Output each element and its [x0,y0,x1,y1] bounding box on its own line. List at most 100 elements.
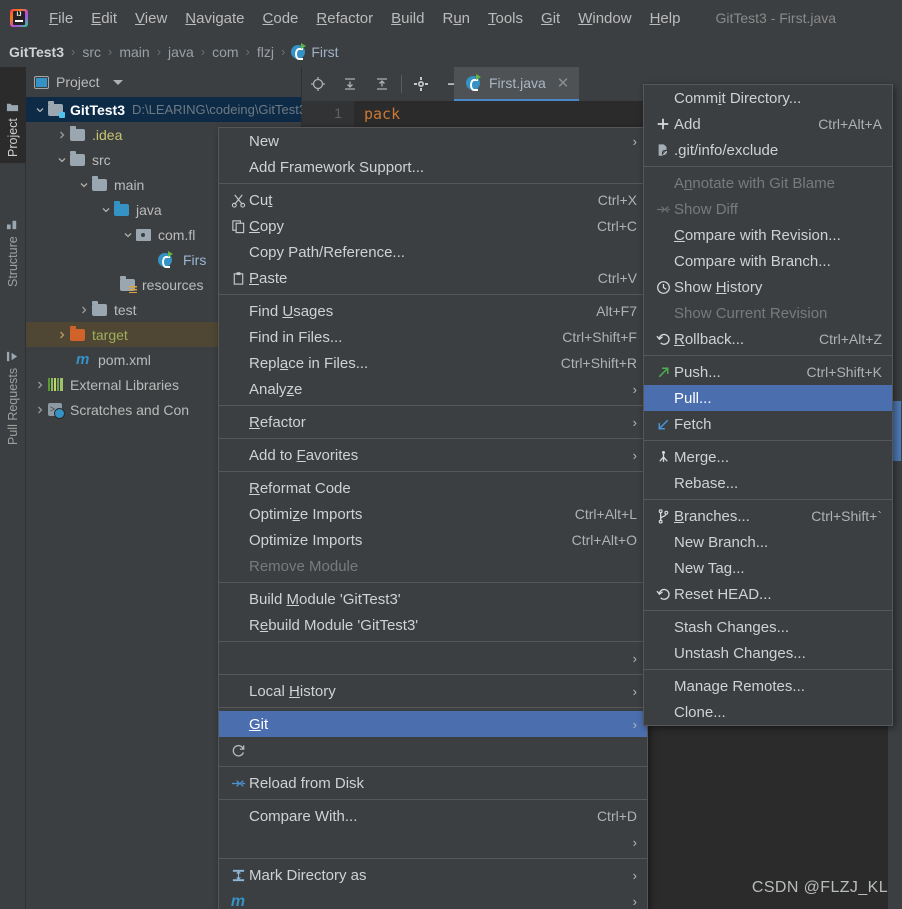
menu-help[interactable]: Help [641,7,690,30]
git-menu-item-merge[interactable]: Merge... [644,444,892,470]
tree-item-gittest3[interactable]: GitTest3 D:\LEARING\codeing\GitTest3 [26,97,306,122]
menu-navigate[interactable]: Navigate [176,7,253,30]
menu-item-new[interactable]: New › [219,128,647,154]
git-menu-item-new-branch[interactable]: New Branch... [644,529,892,555]
menu-item-compare-with[interactable]: Reload from Disk [219,770,647,796]
menu-tools[interactable]: Tools [479,7,532,30]
menu-item-build-module[interactable]: Build Module 'GitTest3' [219,586,647,612]
locate-icon[interactable] [302,67,334,101]
sidebar-item-project[interactable]: Project [0,67,26,163]
chevron-down-icon[interactable] [120,230,136,240]
menu-item-label: Fetch [674,415,712,433]
menu-item-label: Add Framework Support... [249,158,425,176]
menu-item-label: Copy Path/Reference... [249,243,405,261]
menu-item-find-in-files[interactable]: Find in Files... Ctrl+Shift+F [219,324,647,350]
menu-item-maven[interactable]: m › [219,888,647,909]
pull-requests-icon [7,351,18,362]
menu-item-copy-path-reference[interactable]: Copy Path/Reference... [219,239,647,265]
menu-item-paste[interactable]: Paste Ctrl+V [219,265,647,291]
menu-edit[interactable]: Edit [82,7,126,30]
chevron-down-icon[interactable] [112,79,123,85]
chevron-down-icon[interactable] [98,205,114,215]
git-menu-item-compare-with-branch[interactable]: Compare with Branch... [644,248,892,274]
git-menu-item-pull[interactable]: Pull... [644,385,892,411]
chevron-right-icon[interactable] [54,130,70,140]
menu-item-add-to-favorites[interactable]: Add to Favorites › [219,442,647,468]
menu-separator [219,641,647,642]
close-icon[interactable]: ✕ [557,74,570,92]
git-menu-item-compare-with-revision[interactable]: Compare with Revision... [644,222,892,248]
chevron-down-icon[interactable] [54,155,70,165]
git-menu-item-branches[interactable]: Branches... Ctrl+Shift+` [644,503,892,529]
menu-item-mark-directory-as[interactable]: › [219,829,647,855]
menu-item-label: Reload from Disk [249,774,365,792]
tree-item-label: com.fl [158,226,196,243]
sidebar-item-structure[interactable]: Structure [0,171,26,293]
chevron-right-icon[interactable] [32,380,48,390]
git-menu-item-push[interactable]: Push... Ctrl+Shift+K [644,359,892,385]
git-menu-item-git-info-exclude[interactable]: .git/info/exclude [644,137,892,163]
menu-refactor[interactable]: Refactor [307,7,382,30]
menu-build[interactable]: Build [382,7,433,30]
chevron-right-icon[interactable] [54,330,70,340]
breadcrumb-item-5[interactable]: flzj [256,44,275,60]
chevron-down-icon[interactable] [32,105,48,115]
git-menu-item-fetch[interactable]: Fetch [644,411,892,437]
git-menu-item-add[interactable]: Add Ctrl+Alt+A [644,111,892,137]
menu-item-git[interactable]: Git › [219,711,647,737]
menu-item-refactor[interactable]: Refactor › [219,409,647,435]
menu-item-add-framework-support[interactable]: Add Framework Support... [219,154,647,180]
git-menu-item-annotate-with-git-blame: Annotate with Git Blame [644,170,892,196]
tree-item-label: .idea [92,126,123,143]
folder-icon [70,126,87,142]
settings-gear-icon[interactable] [405,67,437,101]
git-menu-item-clone[interactable]: Clone... [644,699,892,725]
breadcrumb-item-1[interactable]: src [81,44,102,60]
menu-item-open-in[interactable]: › [219,645,647,671]
git-menu-item-rollback[interactable]: Rollback... Ctrl+Alt+Z [644,326,892,352]
menu-item-local-history[interactable]: Local History › [219,678,647,704]
menu-file[interactable]: File [40,7,82,30]
menu-item-cut[interactable]: Cut Ctrl+X [219,187,647,213]
menu-item-analyze[interactable]: Analyze › [219,376,647,402]
breadcrumb-item-4[interactable]: com [211,44,239,60]
sidebar-item-pull-requests[interactable]: Pull Requests [0,301,26,451]
breadcrumb-item-3[interactable]: java [167,44,195,60]
menu-item-optimize-imports[interactable]: Optimize Imports Ctrl+Alt+L [219,501,647,527]
git-menu-item-reset-head[interactable]: Reset HEAD... [644,581,892,607]
menu-separator [219,438,647,439]
menu-item-rebuild-module[interactable]: Rebuild Module 'GitTest3' [219,612,647,638]
menu-item-reload-from-disk[interactable] [219,737,647,763]
menu-item-find-usages[interactable]: Find Usages Alt+F7 [219,298,647,324]
git-menu-item-rebase[interactable]: Rebase... [644,470,892,496]
expand-all-icon[interactable] [334,67,366,101]
git-menu-item-new-tag[interactable]: New Tag... [644,555,892,581]
menu-git[interactable]: Git [532,7,569,30]
breadcrumb-item-2[interactable]: main [118,44,150,60]
menu-item-label: Stash Changes... [674,618,790,636]
git-menu-item-manage-remotes[interactable]: Manage Remotes... [644,673,892,699]
menu-item-reformat-code[interactable]: Reformat Code [219,475,647,501]
git-menu-item-commit-directory[interactable]: Commit Directory... [644,85,892,111]
collapse-all-icon[interactable] [366,67,398,101]
chevron-right-icon[interactable] [32,405,48,415]
editor-tab-first-java[interactable]: First.java ✕ [454,67,580,101]
diagrams-icon [227,868,249,883]
menu-item-label: Analyze [249,380,303,398]
menu-item-open-module-settings[interactable]: Compare With... Ctrl+D [219,803,647,829]
menu-run[interactable]: Run [433,7,479,30]
git-menu-item-show-history[interactable]: Show History [644,274,892,300]
git-menu-item-stash-changes[interactable]: Stash Changes... [644,614,892,640]
chevron-down-icon[interactable] [76,180,92,190]
breadcrumb-item-0[interactable]: GitTest3 [8,44,65,60]
menu-code[interactable]: Code [254,7,308,30]
menu-item-remove-module[interactable]: Optimize Imports Ctrl+Alt+O [219,527,647,553]
menu-window[interactable]: Window [569,7,640,30]
menu-item-diagrams[interactable]: Mark Directory as › [219,862,647,888]
menu-item-replace-in-files[interactable]: Replace in Files... Ctrl+Shift+R [219,350,647,376]
git-menu-item-unstash-changes[interactable]: Unstash Changes... [644,640,892,666]
menu-view[interactable]: View [126,7,176,30]
menu-item-copy[interactable]: Copy Ctrl+C [219,213,647,239]
chevron-right-icon[interactable] [76,305,92,315]
breadcrumb-item-6[interactable]: First [310,44,339,60]
